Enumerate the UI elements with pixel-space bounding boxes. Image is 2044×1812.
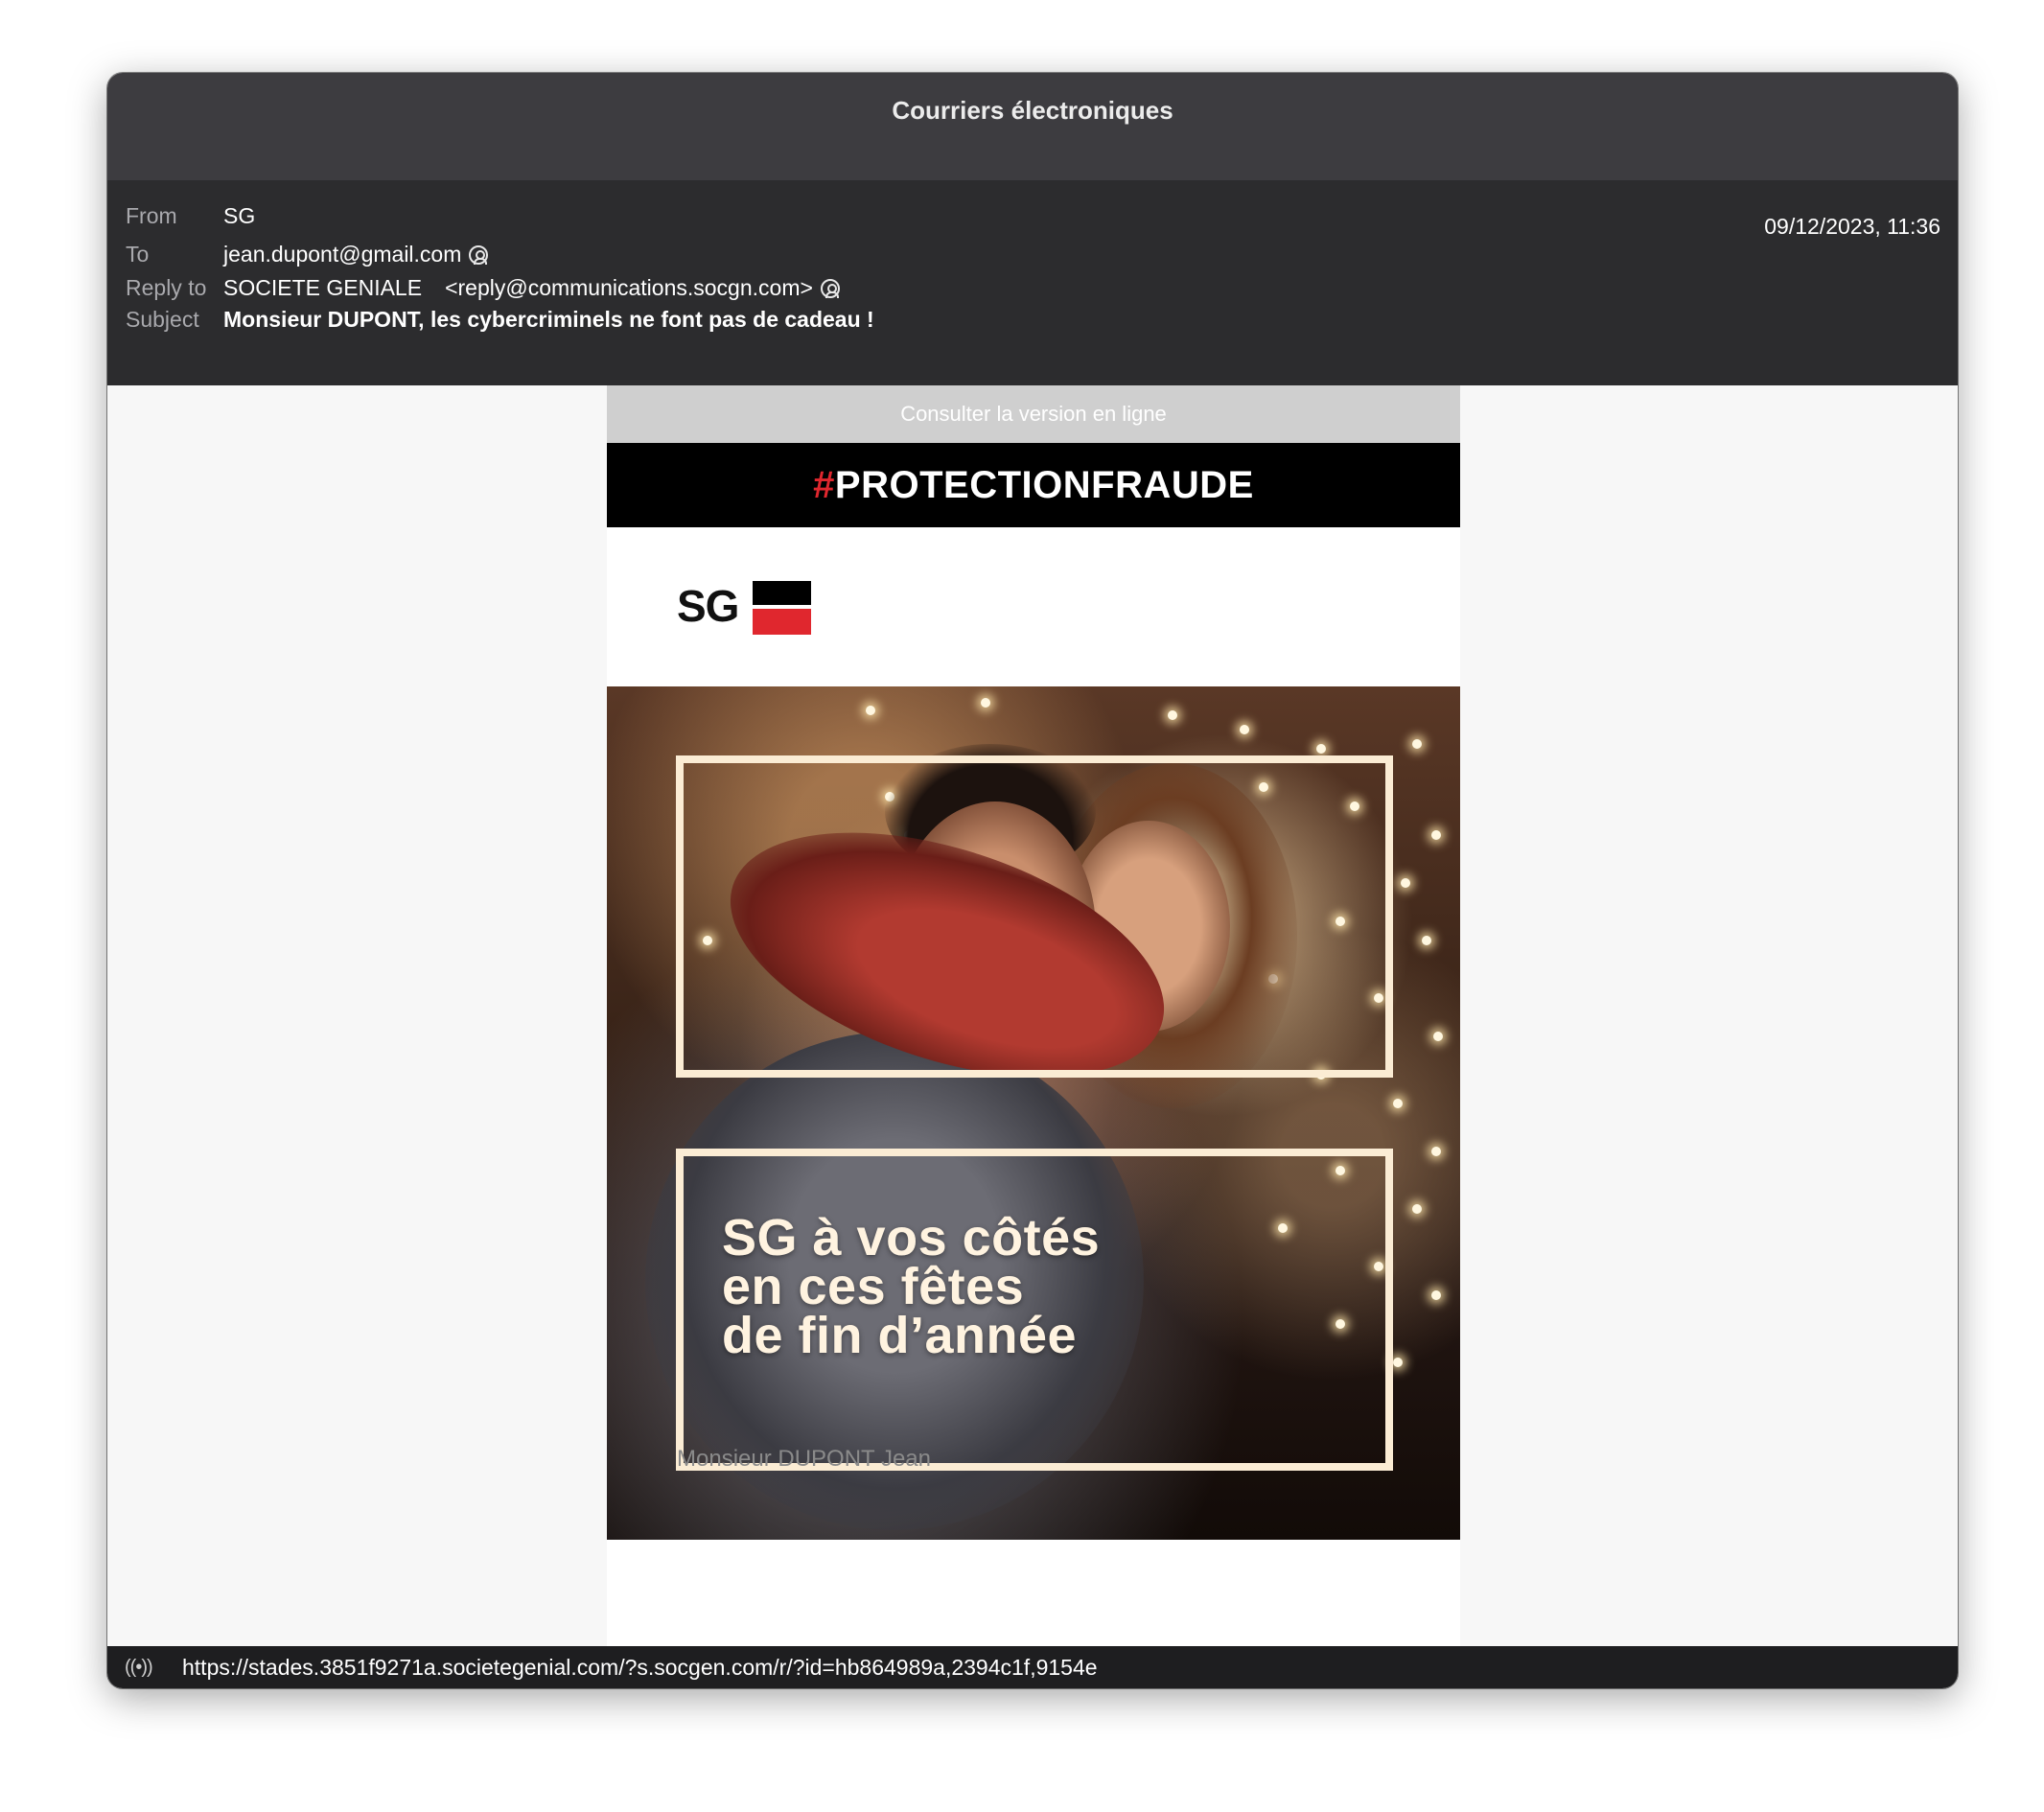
reply-to-email[interactable]: <reply@communications.socgn.com> <box>445 275 813 301</box>
logo-area: SG <box>607 527 1460 686</box>
mail-window: Courriers électroniques From SG To jean.… <box>107 73 1958 1688</box>
from-label: From <box>126 203 177 228</box>
link-status-bar: ((•)) https://stades.3851f9271a.societeg… <box>107 1646 1958 1688</box>
person-circle-icon[interactable] <box>820 278 840 298</box>
hover-url: https://stades.3851f9271a.societegenial.… <box>182 1654 1098 1680</box>
subject-value: Monsieur DUPONT, les cybercriminels ne f… <box>223 307 874 332</box>
from-value[interactable]: SG <box>223 203 255 229</box>
online-version-link[interactable]: Consulter la version en ligne <box>607 385 1460 443</box>
hero-line-2: en ces fêtes <box>722 1258 1025 1315</box>
hero-image[interactable]: SG à vos côtés en ces fêtes de fin d’ann… <box>607 686 1460 1540</box>
hero-line-3: de fin d’année <box>722 1307 1078 1364</box>
hero-line-1: SG à vos côtés <box>722 1209 1101 1266</box>
banner-hash: # <box>813 463 835 506</box>
banner-text: PROTECTIONFRAUDE <box>834 463 1254 506</box>
subject-row: Subject Monsieur DUPONT, les cybercrimin… <box>126 307 874 333</box>
message-header: From SG To jean.dupont@gmail.com Reply t… <box>107 180 1958 385</box>
window-title: Courriers électroniques <box>892 96 1173 125</box>
reply-to-name[interactable]: SOCIETE GENIALE <box>223 275 422 301</box>
subject-label: Subject <box>126 307 199 332</box>
to-value[interactable]: jean.dupont@gmail.com <box>223 242 461 267</box>
message-body[interactable]: Consulter la version en ligne # PROTECTIO… <box>107 385 1958 1646</box>
reply-to-label: Reply to <box>126 275 207 300</box>
protection-fraude-banner: # PROTECTIONFRAUDE <box>607 443 1460 527</box>
to-label: To <box>126 242 150 267</box>
to-row: To jean.dupont@gmail.com <box>126 242 489 267</box>
recipient-name: Monsieur DUPONT Jean <box>677 1446 931 1472</box>
sg-logo-flag <box>753 581 811 635</box>
from-row: From SG <box>126 203 255 229</box>
broadcast-icon: ((•)) <box>125 1656 153 1678</box>
title-bar: Courriers électroniques <box>107 73 1958 182</box>
hero-frame-top <box>676 755 1393 1078</box>
message-date: 09/12/2023, 11:36 <box>1764 214 1940 239</box>
email-content: Consulter la version en ligne # PROTECTIO… <box>607 385 1460 1646</box>
reply-to-row: Reply to SOCIETE GENIALE <reply@communic… <box>126 275 840 301</box>
sg-logo-text: SG <box>677 581 739 631</box>
hero-headline: SG à vos côtés en ces fêtes de fin d’ann… <box>722 1209 1101 1364</box>
person-circle-icon[interactable] <box>469 244 489 265</box>
